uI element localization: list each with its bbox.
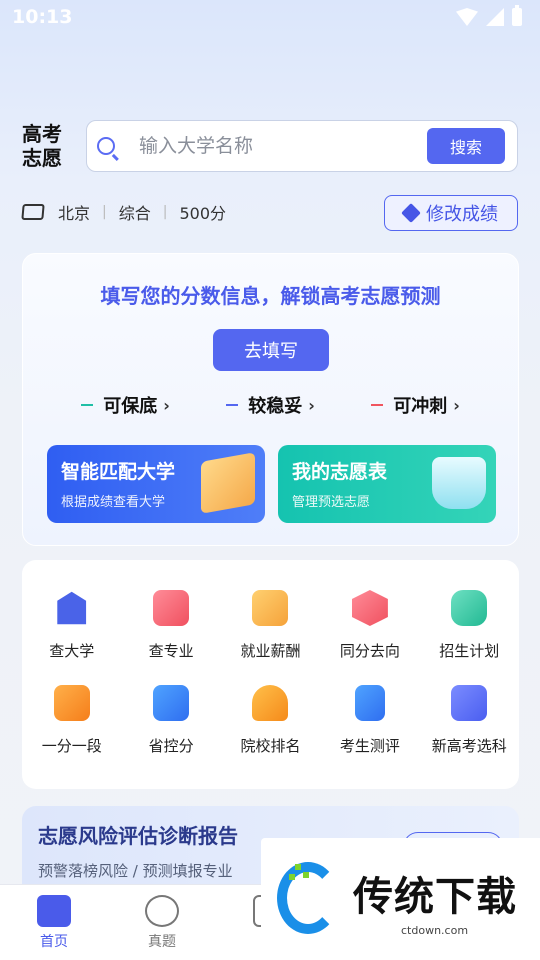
pen-holder-icon: [432, 457, 486, 509]
tool-find-major[interactable]: 查专业: [121, 590, 220, 661]
prediction-title: 填写您的分数信息，解锁高考志愿预测: [100, 284, 441, 308]
tool-label: 同分去向: [339, 642, 400, 660]
status-time: 10:13: [12, 6, 73, 28]
tool-label: 就业薪酬: [240, 642, 301, 660]
profile-region: 北京: [58, 204, 91, 223]
chevron-right-icon: ›: [453, 395, 460, 415]
prediction-card: 填写您的分数信息，解锁高考志愿预测 去填写 可保底 › 较稳妥 › 可冲刺 › …: [22, 253, 519, 546]
level-label: 较稳妥: [248, 396, 303, 417]
book-icon: [153, 590, 190, 626]
tool-enroll-plan[interactable]: 招生计划: [420, 590, 519, 661]
chevron-right-icon: ›: [308, 395, 315, 415]
dash-marker: [226, 403, 239, 407]
tool-label: 考生测评: [339, 737, 400, 755]
fill-in-button[interactable]: 去填写: [213, 329, 329, 371]
tab-past-exams[interactable]: 真题: [132, 895, 192, 951]
brand-line-1: 高考: [22, 122, 62, 146]
battery-icon: [512, 5, 522, 26]
direction-icon: [351, 590, 388, 626]
status-icons: [456, 5, 522, 26]
tool-province-line[interactable]: 省控分: [121, 685, 220, 756]
tool-label: 招生计划: [439, 642, 500, 660]
promo-subtitle: 管理预选志愿: [292, 495, 371, 510]
watermark: 传统下载 ctdown.com: [261, 838, 540, 960]
search-bar: 搜索: [86, 120, 518, 172]
check-doc-icon: [451, 685, 488, 721]
clipboard-icon: [354, 685, 385, 721]
level-links: 可保底 › 较稳妥 › 可冲刺 ›: [23, 392, 518, 418]
trophy-icon: [252, 685, 289, 721]
tools-grid: 查大学 查专业 就业薪酬 同分去向 招生计划 一分一段 省控分 院校排名 考生测…: [22, 590, 519, 756]
tab-label: 首页: [40, 934, 68, 950]
signal-icon: [486, 8, 504, 26]
tab-label: 真题: [148, 934, 176, 950]
divider: |: [162, 204, 168, 220]
report-subtitle: 预警落榜风险 / 预测填报专业: [38, 862, 233, 880]
dash-marker: [81, 403, 94, 407]
brand-line-2: 志愿: [22, 146, 62, 170]
chevron-right-icon: ›: [163, 395, 170, 415]
home-book-icon: [37, 895, 71, 927]
my-volunteer-card[interactable]: 我的志愿表 管理预选志愿: [278, 445, 496, 523]
level-label: 可冲刺: [393, 396, 448, 417]
tool-label: 院校排名: [240, 737, 301, 755]
dash-marker: [371, 403, 384, 407]
app-logo-text: 高考 志愿: [22, 122, 72, 170]
university-icon: [57, 591, 87, 625]
watermark-text: 传统下载: [353, 874, 517, 920]
level-stable[interactable]: 较稳妥 ›: [226, 392, 315, 418]
tool-label: 查大学: [49, 642, 95, 660]
level-reach[interactable]: 可冲刺 ›: [371, 392, 460, 418]
tool-same-score[interactable]: 同分去向: [320, 590, 419, 661]
watermark-logo: [271, 858, 341, 938]
tool-label: 查专业: [148, 642, 194, 660]
plan-icon: [451, 590, 488, 626]
graduation-cap-icon: [21, 204, 45, 220]
report-title: 志愿风险评估诊断报告: [38, 824, 238, 848]
promo-subtitle: 根据成绩查看大学: [61, 495, 166, 510]
pencil-icon: [401, 203, 421, 223]
divider: |: [102, 204, 107, 220]
tool-label: 新高考选科: [431, 737, 507, 755]
search-input[interactable]: [139, 133, 419, 159]
tool-subject-select[interactable]: 新高考选科: [420, 685, 519, 756]
profile-score: 500分: [179, 204, 227, 223]
smart-match-card[interactable]: 智能匹配大学 根据成绩查看大学: [47, 445, 265, 523]
wallet-icon: [252, 590, 289, 626]
edit-score-label: 修改成绩: [426, 204, 498, 225]
tool-find-university[interactable]: 查大学: [22, 590, 121, 661]
badge-icon: [145, 895, 179, 927]
level-label: 可保底: [103, 396, 158, 417]
tab-home[interactable]: 首页: [24, 895, 84, 951]
trend-icon: [53, 685, 90, 721]
tool-score-rank[interactable]: 一分一段: [22, 685, 121, 756]
search-icon: [97, 137, 115, 155]
tool-school-ranking[interactable]: 院校排名: [221, 685, 320, 756]
tool-label: 一分一段: [41, 737, 102, 755]
promo-title: 我的志愿表: [292, 461, 388, 483]
open-book-icon: [201, 452, 255, 514]
tools-grid-card: 查大学 查专业 就业薪酬 同分去向 招生计划 一分一段 省控分 院校排名 考生测…: [22, 560, 519, 789]
watermark-url: ctdown.com: [401, 924, 469, 937]
score-profile: 北京 | 综合 | 500分: [21, 198, 227, 226]
tool-salary[interactable]: 就业薪酬: [221, 590, 320, 661]
profile-subject: 综合: [118, 204, 151, 223]
tool-assessment[interactable]: 考生测评: [320, 685, 419, 756]
score-line-icon: [153, 685, 190, 721]
wifi-icon: [456, 8, 478, 26]
promo-title: 智能匹配大学: [61, 461, 176, 483]
level-safe[interactable]: 可保底 ›: [81, 392, 170, 418]
search-button[interactable]: 搜索: [427, 128, 505, 164]
tool-label: 省控分: [148, 737, 194, 755]
edit-score-button[interactable]: 修改成绩: [384, 195, 518, 231]
status-bar: 10:13: [0, 0, 540, 36]
